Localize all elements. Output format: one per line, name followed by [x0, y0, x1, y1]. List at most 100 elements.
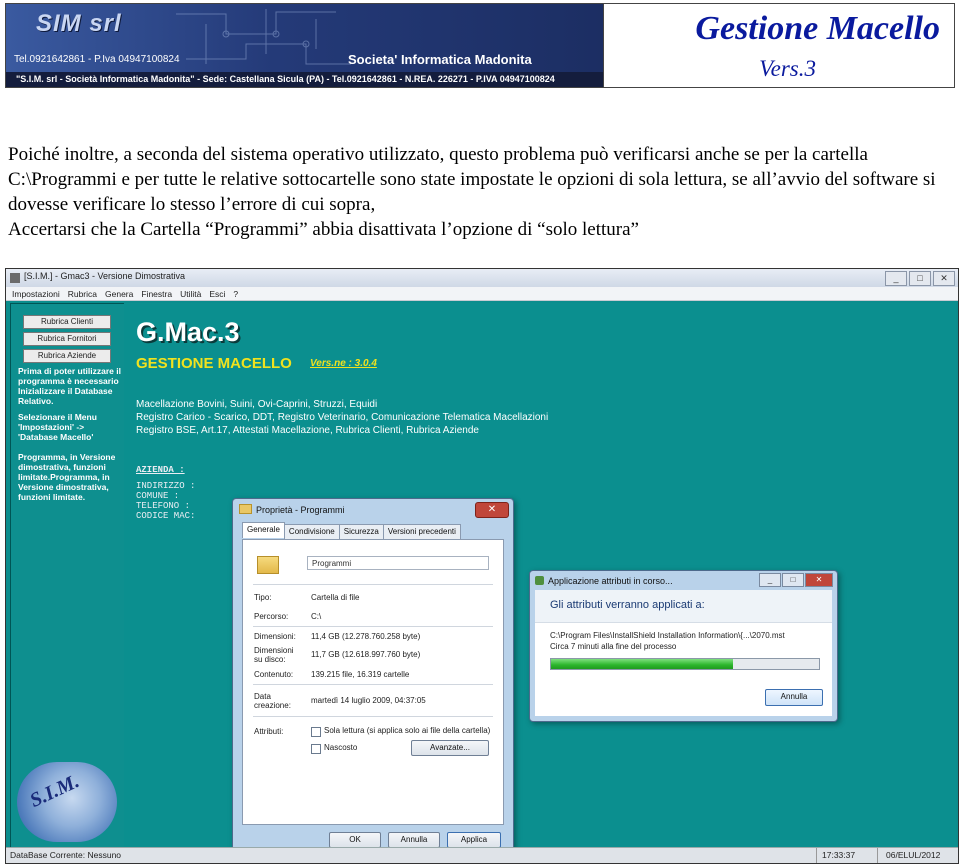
cancel-button[interactable]: Annulla	[765, 689, 823, 706]
tab-condivisione[interactable]: Condivisione	[283, 524, 340, 540]
rubrica-clienti-button[interactable]: Rubrica Clienti	[23, 315, 111, 329]
paragraph-last-line: Accertarsi che la Cartella “Programmi” a…	[8, 219, 639, 240]
application-screenshot: [S.I.M.] - Gmac3 - Versione Dimostrativa…	[5, 268, 959, 864]
cancel-button[interactable]: Annulla	[388, 832, 440, 848]
hidden-checkbox[interactable]	[311, 744, 321, 754]
readonly-label: Sola lettura (si applica solo ai file de…	[324, 726, 491, 735]
properties-title-text: Proprietà - Programmi	[256, 505, 345, 515]
status-date: 06/ELUL/2012	[877, 848, 952, 863]
instruction-paragraph: Poiché inoltre, a seconda del sistema op…	[8, 142, 958, 242]
apply-dialog-body: Gli attributi verranno applicati a: C:\P…	[535, 590, 832, 716]
sidebar-note-menu: Selezionare il Menu 'Impostazioni' -> 'D…	[18, 412, 97, 442]
divider	[253, 716, 493, 717]
app-sidebar: Rubrica Clienti Rubrica Fornitori Rubric…	[10, 303, 125, 850]
prop-value: 11,7 GB (12.618.997.760 byte)	[311, 650, 421, 659]
prop-label: Data creazione:	[254, 692, 291, 710]
readonly-checkbox[interactable]	[311, 727, 321, 737]
description-line: Registro BSE, Art.17, Attestati Macellaz…	[136, 425, 479, 436]
description-line: Macellazione Bovini, Suini, Ovi-Caprini,…	[136, 399, 378, 410]
tab-generale[interactable]: Generale	[242, 522, 285, 538]
status-bar: DataBase Corrente: Nessuno 17:33:37 06/E…	[6, 847, 958, 863]
app-titlebar: [S.I.M.] - Gmac3 - Versione Dimostrativa…	[6, 269, 958, 288]
menu-impostazioni[interactable]: Impostazioni	[12, 287, 60, 300]
properties-dialog: Proprietà - Programmi ✕ Generale Condivi…	[232, 498, 514, 863]
close-button[interactable]: ✕	[805, 573, 833, 587]
folder-icon	[257, 556, 279, 574]
apply-button[interactable]: Applica	[447, 832, 501, 848]
prop-value: martedì 14 luglio 2009, 04:37:05	[311, 696, 426, 705]
document-header: SIM srl Tel.0921642861 - P.Iva 049471008…	[5, 3, 955, 88]
prop-value: C:\	[311, 612, 322, 621]
menu-help[interactable]: ?	[233, 287, 238, 300]
document-title: Gestione Macello	[695, 10, 940, 47]
menu-bar: Impostazioni Rubrica Genera Finestra Uti…	[6, 287, 958, 301]
maximize-button[interactable]: □	[909, 271, 931, 286]
menu-genera[interactable]: Genera	[105, 287, 133, 300]
prop-label: Dimensioni su disco:	[254, 646, 294, 664]
status-time: 17:33:37	[816, 848, 870, 863]
rubrica-fornitori-button[interactable]: Rubrica Fornitori	[23, 332, 111, 346]
menu-esci[interactable]: Esci	[209, 287, 225, 300]
status-database: DataBase Corrente: Nessuno	[10, 850, 122, 860]
sim-logo-text: SIM srl	[36, 10, 122, 37]
ok-button[interactable]: OK	[329, 832, 381, 848]
apply-dialog-header: Gli attributi verranno applicati a:	[535, 590, 832, 623]
apply-heading: Gli attributi verranno applicati a:	[550, 599, 705, 611]
folder-name-field[interactable]: Programmi	[307, 556, 489, 570]
divider	[253, 684, 493, 685]
time-remaining: Circa 7 minuti alla fine del processo	[550, 642, 677, 651]
app-name: G.Mac.3	[136, 317, 240, 347]
prop-value: 139.215 file, 16.319 cartelle	[311, 670, 410, 679]
divider	[253, 584, 493, 585]
app-title: [S.I.M.] - Gmac3 - Versione Dimostrativa	[24, 271, 186, 281]
close-button[interactable]: ✕	[933, 271, 955, 286]
circuit-board-graphic	[176, 9, 351, 65]
sidebar-note-init: Prima di poter utilizzare il programma è…	[18, 366, 121, 406]
rubrica-aziende-button[interactable]: Rubrica Aziende	[23, 349, 111, 363]
properties-tabs: Generale Condivisione Sicurezza Versioni…	[242, 522, 461, 540]
progress-bar	[550, 658, 820, 670]
prop-label: Tipo:	[254, 593, 272, 602]
close-button[interactable]: ✕	[475, 502, 509, 518]
apply-attributes-dialog: Applicazione attributi in corso... _ □ ✕…	[529, 570, 838, 722]
maximize-button[interactable]: □	[782, 573, 804, 587]
description-line: Registro Carico - Scarico, DDT, Registro…	[136, 412, 549, 423]
tab-versioni-precedenti[interactable]: Versioni precedenti	[382, 524, 461, 540]
advanced-button[interactable]: Avanzate...	[411, 740, 489, 756]
menu-finestra[interactable]: Finestra	[141, 287, 172, 300]
prop-label: Contenuto:	[254, 670, 294, 679]
current-file-path: C:\Program Files\InstallShield Installat…	[550, 631, 785, 640]
azienda-field: INDIRIZZO :	[136, 481, 196, 491]
divider	[253, 626, 493, 627]
azienda-field: TELEFONO :	[136, 501, 191, 511]
sidebar-note-demo: Programma, in Versione dimostrativa, fun…	[18, 452, 116, 502]
prop-label: Percorso:	[254, 612, 289, 621]
document-version: Vers.3	[759, 56, 816, 81]
azienda-field: COMUNE :	[136, 491, 180, 501]
prop-label: Dimensioni:	[254, 632, 296, 641]
apply-dialog-title: Applicazione attributi in corso...	[548, 576, 673, 586]
app-version: Vers.ne : 3.0.4	[310, 358, 377, 369]
paragraph-body: Poiché inoltre, a seconda del sistema op…	[8, 144, 936, 215]
tab-sicurezza[interactable]: Sicurezza	[338, 524, 384, 540]
app-subtitle: GESTIONE MACELLO	[136, 355, 292, 372]
menu-utilita[interactable]: Utilità	[180, 287, 201, 300]
properties-dialog-title: Proprietà - Programmi	[239, 502, 345, 518]
minimize-button[interactable]: _	[885, 271, 907, 286]
tab-panel-generale: Programmi Tipo: Cartella di file Percors…	[242, 539, 504, 825]
azienda-field: CODICE MAC:	[136, 511, 196, 521]
prop-value: 11,4 GB (12.278.760.258 byte)	[311, 632, 421, 641]
hidden-label: Nascosto	[324, 743, 358, 752]
attributes-label: Attributi:	[254, 727, 284, 736]
menu-rubrica[interactable]: Rubrica	[68, 287, 97, 300]
progress-icon	[535, 576, 544, 585]
banner-contact: Tel.0921642861 - P.Iva 04947100824	[14, 54, 180, 65]
prop-value: Cartella di file	[311, 593, 360, 602]
minimize-button[interactable]: _	[759, 573, 781, 587]
folder-icon	[239, 504, 252, 514]
company-banner: SIM srl Tel.0921642861 - P.Iva 049471008…	[6, 4, 604, 87]
progress-fill	[551, 659, 734, 669]
banner-legal-line: "S.I.M. srl - Società Informatica Madoni…	[6, 72, 603, 87]
app-icon	[10, 273, 20, 283]
azienda-header: AZIENDA :	[136, 465, 185, 475]
